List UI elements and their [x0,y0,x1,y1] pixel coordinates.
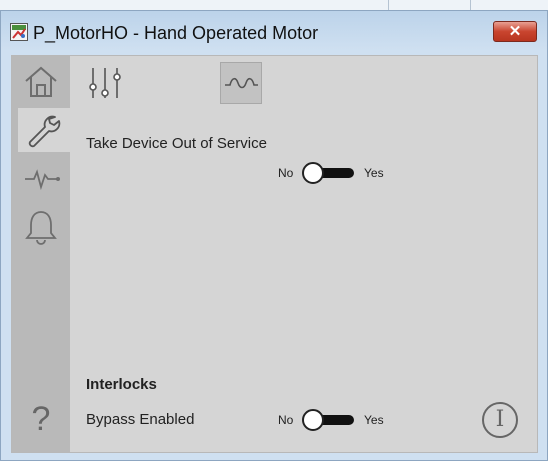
help-button[interactable]: ? [12,394,70,444]
window-title: P_MotorHO - Hand Operated Motor [33,23,319,43]
wrench-icon [28,115,61,148]
faceplate-content: ? Take Device Out of Service No Yes Inte… [11,55,538,453]
oos-toggle[interactable] [302,162,356,184]
interlocks-title: Interlocks [86,376,157,393]
tab-alarms[interactable] [16,204,66,248]
bypass-enabled-label: Bypass Enabled [86,411,195,428]
sliders-icon [89,68,121,98]
tab-home[interactable] [16,60,66,104]
tab-trends[interactable] [16,156,66,200]
bypass-yes-label: Yes [364,413,384,427]
oos-toggle-knob [302,162,324,184]
faceplate-window: P_MotorHO - Hand Operated Motor ✕ ? Take… [0,10,548,461]
bypass-toggle-knob [302,409,324,431]
bypass-toggle[interactable] [302,409,356,431]
oos-label: Take Device Out of Service [86,135,267,152]
bypass-button[interactable] [220,62,262,104]
tab-maintenance[interactable] [18,108,70,152]
close-button[interactable]: ✕ [493,21,537,42]
trend-icon [25,169,60,191]
title-bar: P_MotorHO - Hand Operated Motor ✕ [1,11,547,49]
bypass-no-label: No [278,413,294,427]
top-strip [0,0,548,10]
parameters-button[interactable] [84,62,126,104]
info-icon[interactable]: I [482,402,518,438]
faceplate-app-icon [10,23,28,41]
oos-yes-label: Yes [364,166,384,180]
home-icon [25,66,57,97]
maintenance-panel: Take Device Out of Service No Yes Interl… [70,56,537,452]
oos-no-label: No [278,166,294,180]
bypass-icon [225,77,258,89]
sidebar: ? [12,56,70,452]
bell-icon [25,211,57,245]
